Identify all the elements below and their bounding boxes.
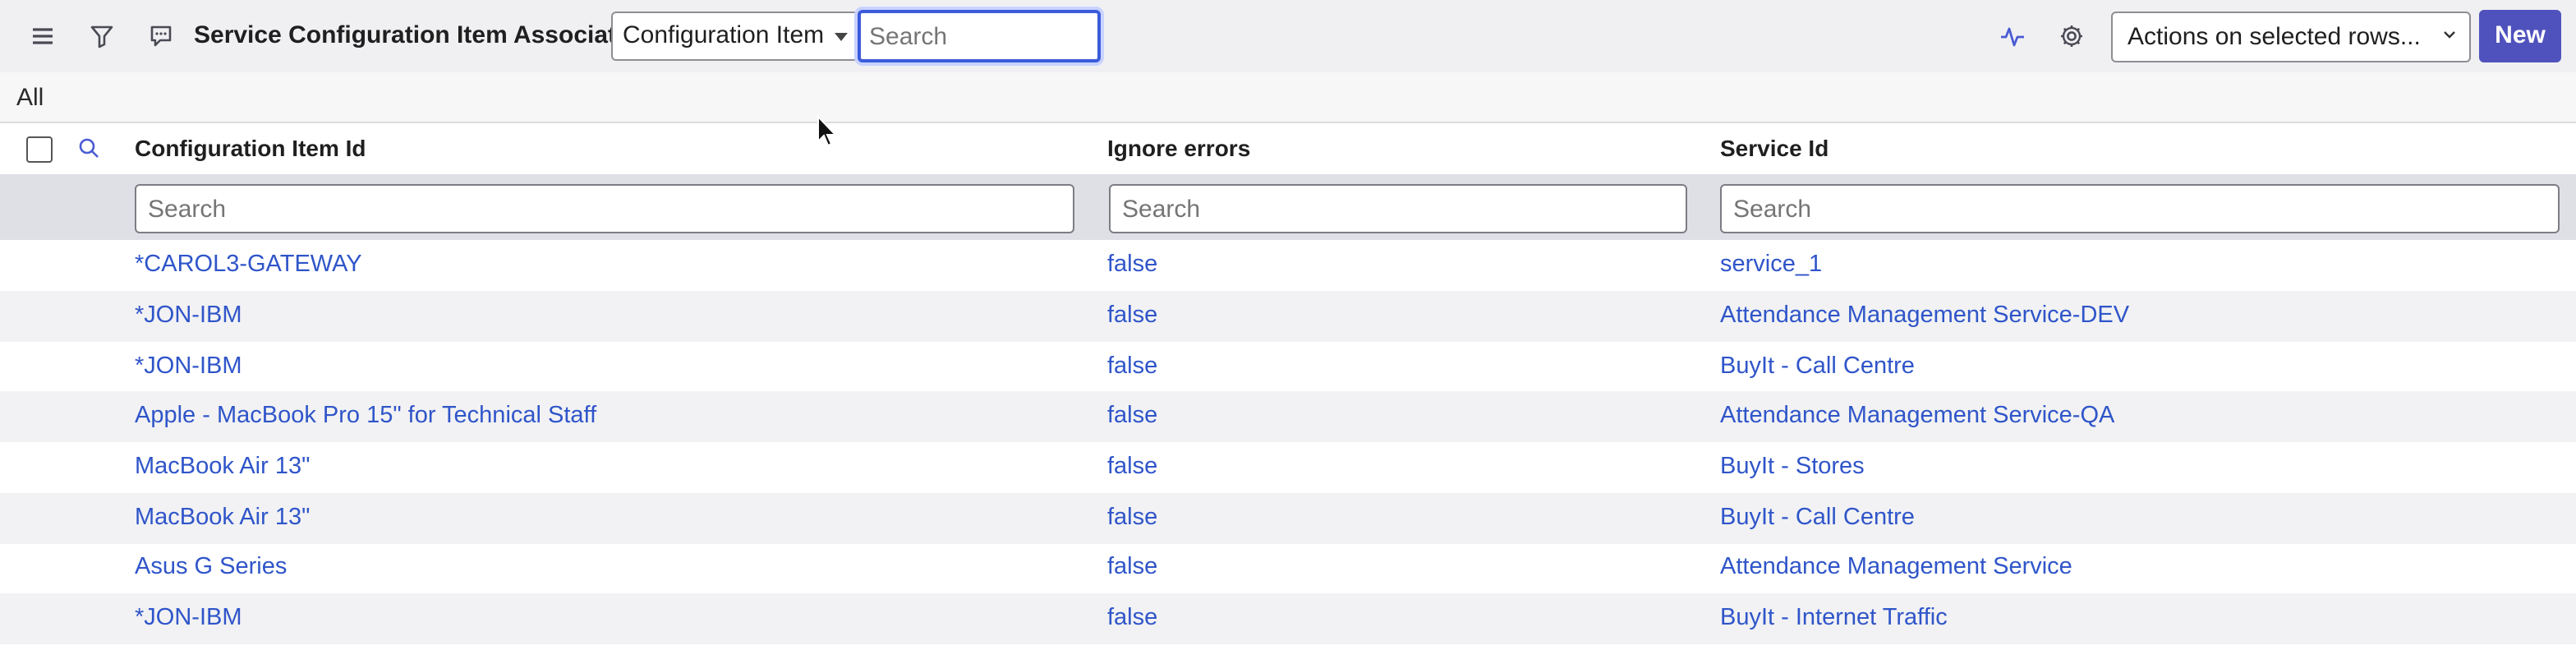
select-all-checkbox[interactable] — [26, 136, 53, 163]
mouse-cursor-icon — [817, 115, 836, 147]
table-row: *JON-IBM false Attendance Management Ser… — [0, 291, 2576, 342]
ignore-errors-link[interactable]: false — [1107, 605, 1157, 631]
list-header: Service Configuration Item Associations … — [0, 0, 2576, 72]
ignore-errors-link[interactable]: false — [1107, 353, 1157, 380]
service-link[interactable]: Attendance Management Service-DEV — [1720, 302, 2129, 329]
ignore-errors-search-input[interactable] — [1109, 184, 1687, 233]
list-search-input[interactable] — [858, 10, 1101, 62]
caret-down-icon — [835, 33, 848, 41]
service-link[interactable]: BuyIt - Call Centre — [1720, 505, 1915, 531]
table-row: MacBook Air 13" false BuyIt - Call Centr… — [0, 493, 2576, 544]
table-row: *JON-IBM false BuyIt - Internet Traffic — [0, 593, 2576, 644]
configuration-item-link[interactable]: MacBook Air 13" — [135, 454, 310, 480]
column-header-row — [0, 123, 2576, 174]
ignore-errors-link[interactable]: false — [1107, 251, 1157, 278]
configuration-item-link[interactable]: *JON-IBM — [135, 605, 242, 631]
ignore-errors-link[interactable]: false — [1107, 454, 1157, 480]
service-link[interactable]: service_1 — [1720, 251, 1822, 278]
configuration-item-link[interactable]: *JON-IBM — [135, 353, 242, 380]
ignore-errors-link[interactable]: false — [1107, 403, 1157, 429]
table-row: Apple - MacBook Pro 15" for Technical St… — [0, 391, 2576, 442]
configuration-item-search-input[interactable] — [135, 184, 1074, 233]
table-row: MacBook Air 13" false BuyIt - Stores — [0, 442, 2576, 493]
configuration-item-link[interactable]: Apple - MacBook Pro 15" for Technical St… — [135, 403, 596, 429]
table-row: *JON-IBM false BuyIt - Call Centre — [0, 342, 2576, 393]
breadcrumb-all[interactable]: All — [16, 84, 44, 112]
ignore-errors-link[interactable]: false — [1107, 554, 1157, 580]
menu-icon[interactable] — [26, 20, 59, 53]
search-icon[interactable] — [77, 136, 100, 159]
table-row: *CAROL3-GATEWAY false service_1 — [0, 240, 2576, 291]
service-link[interactable]: Attendance Management Service — [1720, 554, 2072, 580]
chat-icon[interactable] — [145, 20, 177, 53]
new-button[interactable]: New — [2479, 10, 2561, 62]
chevron-down-icon — [2444, 31, 2455, 39]
configuration-item-link[interactable]: Asus G Series — [135, 554, 287, 580]
ignore-errors-link[interactable]: false — [1107, 505, 1157, 531]
gear-icon[interactable] — [2055, 20, 2088, 53]
service-id-search-input[interactable] — [1720, 184, 2560, 233]
service-link[interactable]: Attendance Management Service-QA — [1720, 403, 2114, 429]
service-link[interactable]: BuyIt - Internet Traffic — [1720, 605, 1948, 631]
column-header-ignore-errors[interactable]: Ignore errors — [1107, 135, 1250, 161]
configuration-item-link[interactable]: *JON-IBM — [135, 302, 242, 329]
configuration-item-link[interactable]: *CAROL3-GATEWAY — [135, 251, 362, 278]
pulse-icon[interactable] — [1996, 20, 2029, 53]
table-row: Asus G Series false Attendance Managemen… — [0, 542, 2576, 593]
column-header-configuration-item-id[interactable]: Configuration Item Id — [135, 135, 366, 161]
filter-icon[interactable] — [85, 20, 118, 53]
service-link[interactable]: BuyIt - Call Centre — [1720, 353, 1915, 380]
ignore-errors-link[interactable]: false — [1107, 302, 1157, 329]
actions-select[interactable]: Actions on selected rows... — [2111, 12, 2471, 62]
breadcrumb: All — [0, 72, 2576, 123]
search-field-select[interactable]: Configuration Item I — [611, 12, 858, 61]
configuration-item-link[interactable]: MacBook Air 13" — [135, 505, 310, 531]
service-link[interactable]: BuyIt - Stores — [1720, 454, 1865, 480]
actions-select-label: Actions on selected rows... — [2128, 23, 2421, 51]
column-header-service-id[interactable]: Service Id — [1720, 135, 1828, 161]
page-title: Service Configuration Item Associations — [194, 21, 667, 49]
search-field-label: Configuration Item I — [623, 21, 826, 49]
page: Service Configuration Item Associations … — [0, 0, 2576, 664]
